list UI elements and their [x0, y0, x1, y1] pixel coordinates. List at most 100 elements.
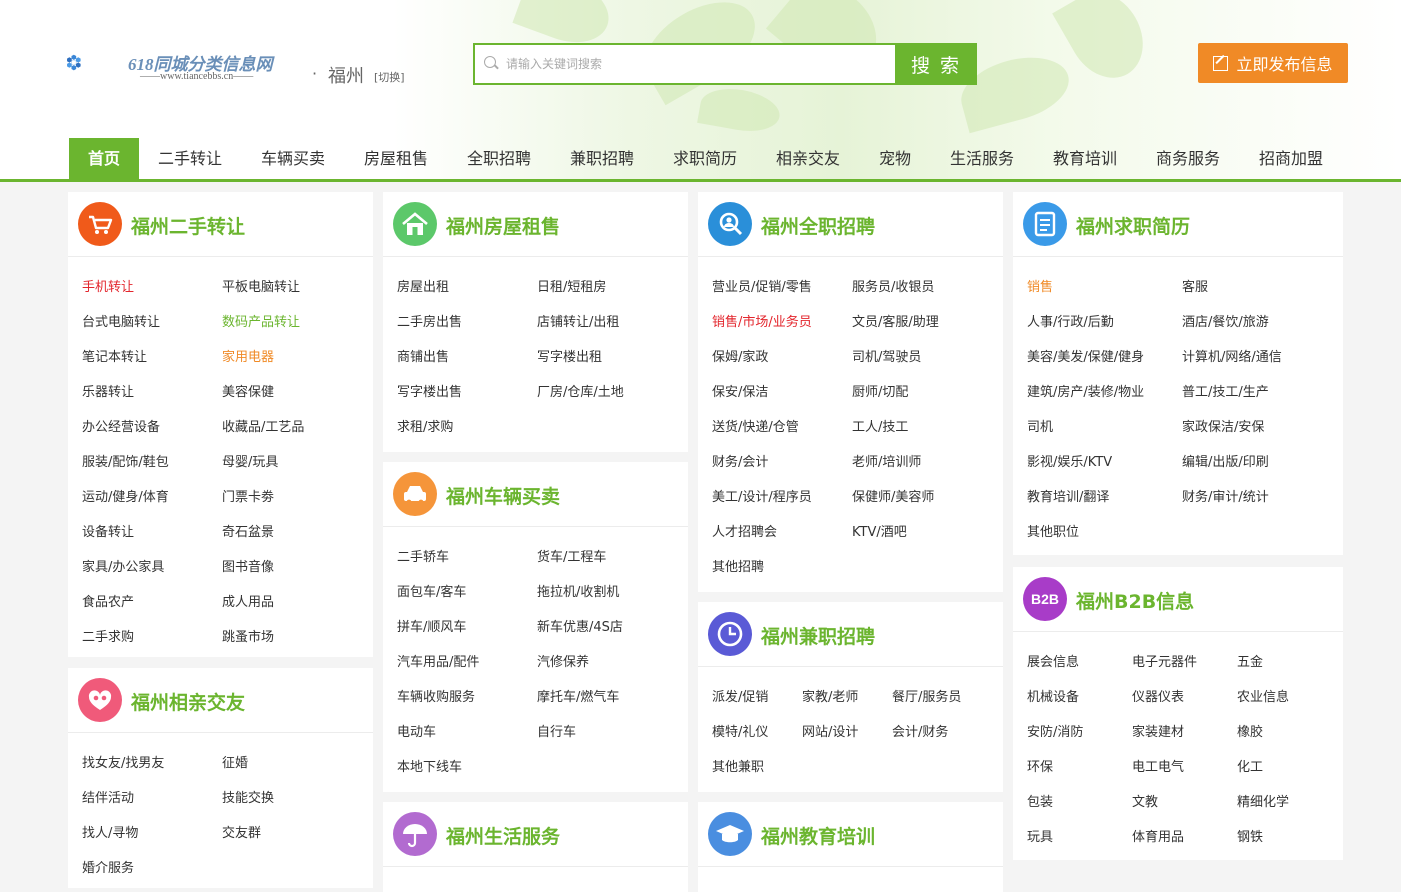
nav-item-resume[interactable]: 求职简历: [666, 138, 744, 179]
category-link[interactable]: 自行车: [537, 721, 576, 740]
category-link[interactable]: 房屋出租: [397, 276, 449, 295]
nav-item-pets[interactable]: 宠物: [872, 138, 918, 179]
category-link[interactable]: 安防/消防: [1027, 721, 1083, 740]
category-link[interactable]: 展会信息: [1027, 651, 1079, 670]
category-link[interactable]: 台式电脑转让: [82, 311, 160, 330]
category-link[interactable]: 乐器转让: [82, 381, 134, 400]
category-link[interactable]: 教育培训/翻译: [1027, 486, 1109, 505]
category-link[interactable]: 设备转让: [82, 521, 134, 540]
category-link[interactable]: 环保: [1027, 756, 1053, 775]
category-link[interactable]: 成人用品: [222, 591, 274, 610]
category-link[interactable]: 电子元器件: [1132, 651, 1197, 670]
category-link[interactable]: 写字楼出租: [537, 346, 602, 365]
category-link[interactable]: 玩具: [1027, 826, 1053, 845]
category-link[interactable]: 奇石盆景: [222, 521, 274, 540]
category-link[interactable]: 面包车/客车: [397, 581, 466, 600]
category-link[interactable]: 仪器仪表: [1132, 686, 1184, 705]
category-link[interactable]: 钢铁: [1237, 826, 1263, 845]
nav-item-dating[interactable]: 相亲交友: [769, 138, 847, 179]
category-link[interactable]: 日租/短租房: [537, 276, 606, 295]
category-link[interactable]: 汽车用品/配件: [397, 651, 479, 670]
category-link[interactable]: 其他招聘: [712, 556, 764, 575]
nav-item-franchise[interactable]: 招商加盟: [1252, 138, 1330, 179]
card-title[interactable]: 福州房屋租售: [446, 212, 560, 239]
category-link[interactable]: 酒店/餐饮/旅游: [1182, 311, 1269, 330]
category-link[interactable]: 文员/客服/助理: [852, 311, 939, 330]
category-link[interactable]: 保健师/美容师: [852, 486, 934, 505]
category-link[interactable]: 美工/设计/程序员: [712, 486, 812, 505]
category-link[interactable]: 家用电器: [222, 346, 274, 365]
category-link[interactable]: 汽修保养: [537, 651, 589, 670]
category-link[interactable]: 家装建材: [1132, 721, 1184, 740]
category-link[interactable]: 机械设备: [1027, 686, 1079, 705]
card-title[interactable]: 福州全职招聘: [761, 212, 875, 239]
nav-item-home[interactable]: 首页: [69, 138, 139, 179]
category-link[interactable]: 化工: [1237, 756, 1263, 775]
category-link[interactable]: 手机转让: [82, 276, 134, 295]
search-input[interactable]: [500, 46, 892, 82]
category-link[interactable]: 体育用品: [1132, 826, 1184, 845]
category-link[interactable]: 结伴活动: [82, 787, 134, 806]
card-title[interactable]: 福州生活服务: [446, 822, 560, 849]
nav-item-business[interactable]: 商务服务: [1149, 138, 1227, 179]
category-link[interactable]: 商铺出售: [397, 346, 449, 365]
card-title[interactable]: 福州车辆买卖: [446, 482, 560, 509]
category-link[interactable]: 办公经营设备: [82, 416, 160, 435]
card-title[interactable]: 福州求职简历: [1076, 212, 1190, 239]
category-link[interactable]: 收藏品/工艺品: [222, 416, 304, 435]
category-link[interactable]: 摩托车/燃气车: [537, 686, 619, 705]
category-link[interactable]: 二手求购: [82, 626, 134, 645]
category-link[interactable]: 交友群: [222, 822, 261, 841]
search-button[interactable]: 搜 索: [895, 43, 977, 85]
publish-button[interactable]: 立即发布信息: [1198, 43, 1348, 83]
category-link[interactable]: 保姆/家政: [712, 346, 768, 365]
category-link[interactable]: 影视/娱乐/KTV: [1027, 451, 1112, 470]
category-link[interactable]: 跳蚤市场: [222, 626, 274, 645]
category-link[interactable]: 编辑/出版/印刷: [1182, 451, 1269, 470]
category-link[interactable]: 送货/快递/仓管: [712, 416, 799, 435]
category-link[interactable]: 数码产品转让: [222, 311, 300, 330]
card-title[interactable]: 福州B2B信息: [1076, 587, 1194, 614]
category-link[interactable]: 平板电脑转让: [222, 276, 300, 295]
category-link[interactable]: 写字楼出售: [397, 381, 462, 400]
category-link[interactable]: 本地下线车: [397, 756, 462, 775]
category-link[interactable]: 家政保洁/安保: [1182, 416, 1264, 435]
category-link[interactable]: 营业员/促销/零售: [712, 276, 812, 295]
category-link[interactable]: 人事/行政/后勤: [1027, 311, 1114, 330]
category-link[interactable]: 美容/美发/保健/健身: [1027, 346, 1144, 365]
category-link[interactable]: 包装: [1027, 791, 1053, 810]
category-link[interactable]: 笔记本转让: [82, 346, 147, 365]
category-link[interactable]: 农业信息: [1237, 686, 1289, 705]
category-link[interactable]: 人才招聘会: [712, 521, 777, 540]
category-link[interactable]: 其他兼职: [712, 756, 764, 775]
category-link[interactable]: 其他职位: [1027, 521, 1079, 540]
category-link[interactable]: 食品农产: [82, 591, 134, 610]
category-link[interactable]: 二手房出售: [397, 311, 462, 330]
category-link[interactable]: 厨师/切配: [852, 381, 908, 400]
category-link[interactable]: 财务/会计: [712, 451, 768, 470]
category-link[interactable]: 客服: [1182, 276, 1208, 295]
logo-icon[interactable]: [66, 32, 126, 92]
switch-city-link[interactable]: [切换]: [374, 69, 405, 85]
category-link[interactable]: 求租/求购: [397, 416, 453, 435]
category-link[interactable]: 保安/保洁: [712, 381, 768, 400]
category-link[interactable]: 二手轿车: [397, 546, 449, 565]
category-link[interactable]: 司机: [1027, 416, 1053, 435]
category-link[interactable]: 财务/审计/统计: [1182, 486, 1269, 505]
category-link[interactable]: 模特/礼仪: [712, 721, 768, 740]
category-link[interactable]: 找人/寻物: [82, 822, 138, 841]
nav-item-fulltime[interactable]: 全职招聘: [460, 138, 538, 179]
category-link[interactable]: 拖拉机/收割机: [537, 581, 619, 600]
category-link[interactable]: 店铺转让/出租: [537, 311, 619, 330]
category-link[interactable]: 建筑/房产/装修/物业: [1027, 381, 1144, 400]
category-link[interactable]: 门票卡劵: [222, 486, 274, 505]
nav-item-life[interactable]: 生活服务: [943, 138, 1021, 179]
category-link[interactable]: 老师/培训师: [852, 451, 921, 470]
category-link[interactable]: 家具/办公家具: [82, 556, 164, 575]
category-link[interactable]: 美容保健: [222, 381, 274, 400]
category-link[interactable]: 技能交换: [222, 787, 274, 806]
category-link[interactable]: 普工/技工/生产: [1182, 381, 1269, 400]
category-link[interactable]: 橡胶: [1237, 721, 1263, 740]
nav-item-vehicles[interactable]: 车辆买卖: [254, 138, 332, 179]
category-link[interactable]: 车辆收购服务: [397, 686, 475, 705]
